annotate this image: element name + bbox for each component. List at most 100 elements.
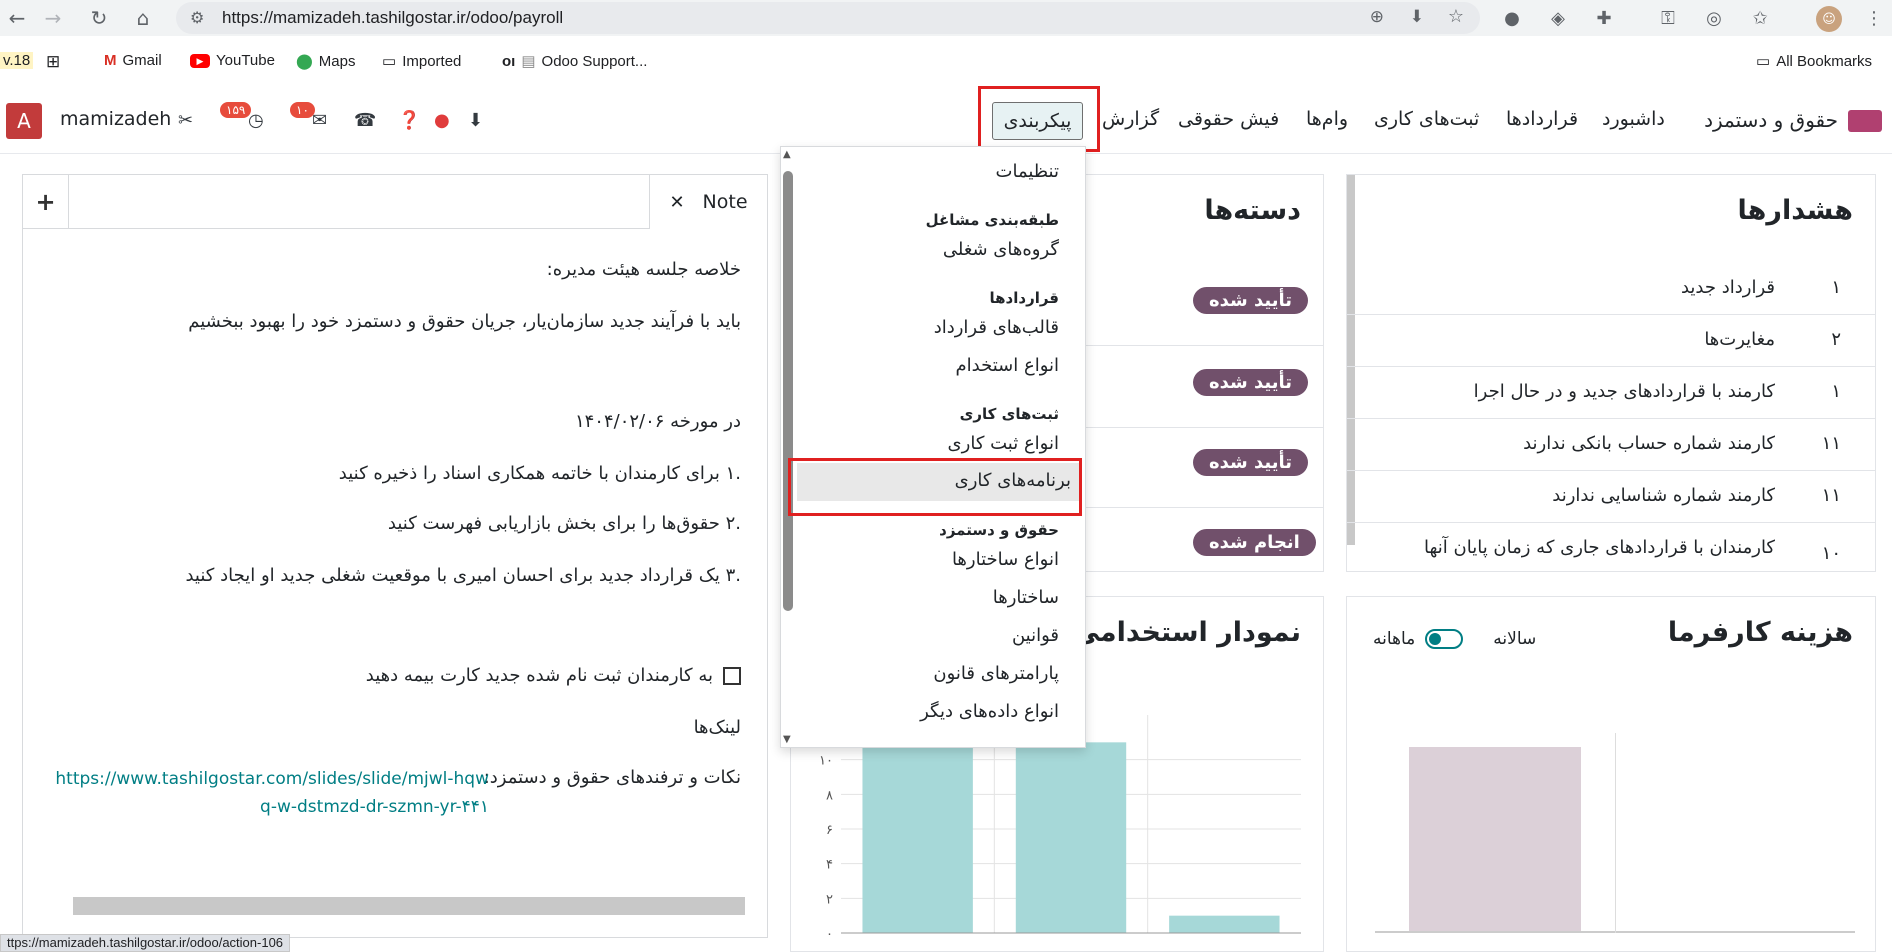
bookmark-v18[interactable]: v.18 [0,52,34,69]
note-horizontal-scrollbar[interactable] [73,897,745,915]
status-badge[interactable]: تأیید شده [1193,369,1309,396]
status-badge[interactable]: تأیید شده [1193,287,1309,314]
toggle-switch[interactable] [1425,629,1464,649]
debug-tools-icon[interactable]: ✂ [178,110,193,131]
home-icon[interactable]: ⌂ [126,1,160,35]
menu-item-work-entry-types[interactable]: انواع ثبت کاری [948,433,1059,454]
back-icon[interactable]: ← [0,1,34,35]
bookmark-gmail-label: Gmail [122,52,162,69]
record-icon[interactable]: ● [434,110,450,131]
zoom-icon[interactable]: ⊕ [1370,7,1384,27]
headcount-bar[interactable] [1169,915,1280,933]
apps-grid-icon[interactable]: ⊞ [46,52,60,72]
note-tips-link-text[interactable]: https://www.tashilgostar.com/slides/slid… [55,769,489,817]
phone-icon[interactable]: ☎ [354,110,376,131]
bookmark-star-icon[interactable]: ☆ [1448,6,1464,27]
note-line-1[interactable]: خلاصه جلسه هیئت مدیره: [547,259,741,280]
menu-item-contract-templates[interactable]: قالب‌های قرارداد [934,317,1059,338]
forward-icon[interactable]: → [36,1,70,35]
extensions-puzzle-icon[interactable]: ✚ [1592,6,1616,30]
period-toggle[interactable]: ماهانه سالانه [1373,629,1536,649]
password-key-icon[interactable]: ⚿ [1656,6,1680,30]
site-info-icon[interactable]: ⚙ [190,8,204,27]
app-icon[interactable] [1848,110,1882,132]
download-icon[interactable]: ⬇ [468,110,483,131]
menu-item-other-input-types[interactable]: انواع داده‌های دیگر [920,701,1059,722]
bookmark-gmail[interactable]: M Gmail [104,52,162,69]
bookmark-imported[interactable]: ▭ Imported [382,52,461,71]
warning-label: مغایرت‌ها [1704,329,1775,350]
menu-contracts[interactable]: قراردادها [1506,108,1578,130]
user-avatar[interactable]: A [6,103,42,139]
menu-item-rules[interactable]: قوانین [1012,625,1059,646]
warning-row[interactable]: ۱۱ کارمند شماره حساب بانکی ندارند [1347,419,1875,471]
menu-item-rule-parameters[interactable]: پارامترهای قانون [933,663,1059,684]
bookmark-youtube[interactable]: ▶ YouTube [190,52,275,69]
browser-menu-icon[interactable]: ⋮ [1862,6,1886,30]
warning-row[interactable]: ۱۱ کارمند شماره شناسایی ندارند [1347,471,1875,523]
checkbox[interactable] [723,666,741,685]
add-note-button[interactable]: + [23,175,69,229]
install-icon[interactable]: ⬇ [1410,7,1424,27]
address-text[interactable]: https://mamizadeh.tashilgostar.ir/odoo/p… [222,8,563,28]
scroll-up-icon[interactable]: ▲ [783,149,791,160]
bookmark-maps[interactable]: ⬤ Maps [296,52,355,71]
menu-payslips[interactable]: فیش حقوقی [1178,108,1279,130]
note-tips-link[interactable]: https://www.tashilgostar.com/slides/slid… [49,765,489,821]
close-icon[interactable]: ✕ [669,192,684,213]
note-line-3[interactable]: در مورخه ۱۴۰۴/۰۲/۰۶ [575,411,741,432]
warning-row[interactable]: ۱ قرارداد جدید [1347,263,1875,315]
folder-icon: ▭ [1756,53,1771,70]
warning-row[interactable]: ۲ مغایرت‌ها [1347,315,1875,367]
warning-row[interactable]: ۱۰ کارمندان با قراردادهای جاری که زمان پا… [1347,523,1875,571]
note-checklist-item[interactable]: به کارمندان ثبت نام شده جدید کارت بیمه د… [366,665,741,686]
address-bar[interactable]: ⚙ https://mamizadeh.tashilgostar.ir/odoo… [176,2,1480,34]
user-name[interactable]: mamizadeh [60,108,171,130]
note-line-tips-label[interactable]: نکات و ترفندهای حقوق و دستمزد: [484,767,741,788]
bookmark-odoo-support[interactable]: oı ▤ Odoo Support... [502,52,647,71]
favorites-star-icon[interactable]: ✩ [1748,6,1772,30]
menu-item-working-schedules[interactable]: برنامه‌های کاری [797,463,1081,501]
scroll-down-icon[interactable]: ▼ [783,734,791,745]
menu-dashboard[interactable]: داشبورد [1602,108,1665,130]
reload-icon[interactable]: ↻ [82,1,116,35]
note-line-5[interactable]: .۲ حقوق‌ها را برای بخش بازاریابی فهرست ک… [388,513,741,534]
note-line-2[interactable]: باید با فرآیند جدید سازمان‌یار، جریان حق… [188,311,741,332]
app-name[interactable]: حقوق و دستمزد [1704,108,1838,132]
section-header-payroll: حقوق و دستمزد [939,521,1059,539]
warning-count: ۲ [1831,329,1841,350]
warning-row[interactable]: ۱ کارمند با قراردادهای جدید و در حال اجرا [1347,367,1875,419]
incognito-icon[interactable]: ◎ [1702,6,1726,30]
menu-item-settings[interactable]: تنظیمات [996,161,1059,182]
extension-spy-icon[interactable]: ● [1500,6,1524,30]
menu-item-job-groups[interactable]: گروه‌های شغلی [943,239,1059,260]
all-bookmarks-label: All Bookmarks [1776,52,1873,70]
menu-configuration[interactable]: پیکربندی [992,102,1083,140]
profile-avatar-icon[interactable]: ☺ [1816,6,1842,32]
menu-reporting[interactable]: گزارش [1102,108,1159,130]
status-badge[interactable]: تأیید شده [1193,449,1309,476]
divider [1081,507,1323,508]
dropdown-scrollbar[interactable] [783,171,793,611]
shield-icon[interactable]: ◈ [1546,6,1570,30]
note-tabbar: + ✕ Note [23,175,767,229]
headcount-bar[interactable] [1015,742,1127,933]
menu-item-employment-types[interactable]: انواع استخدام [956,355,1060,376]
note-line-4[interactable]: .۱ برای کارمندان با خاتمه همکاری اسناد ر… [339,463,741,484]
bookmark-all-bookmarks[interactable]: ▭ All Bookmarks [1756,52,1873,71]
youtube-icon: ▶ [190,53,210,68]
headcount-bar[interactable] [862,742,973,933]
note-tab[interactable]: ✕ Note [649,175,767,229]
status-badge[interactable]: انجام شده [1193,529,1316,556]
help-icon[interactable]: ❓ [398,110,420,131]
note-line-links[interactable]: لینک‌ها [694,717,741,738]
menu-item-structure-types[interactable]: انواع ساختارها [952,549,1059,570]
note-line-6[interactable]: .۳ یک قرارداد جدید برای احسان امیری با م… [185,565,741,586]
y-tick-label: ۴ [826,858,833,873]
menu-loans[interactable]: وام‌ها [1306,108,1348,130]
y-tick-label: ۸ [826,788,833,803]
cost-chart-bar[interactable] [1409,747,1581,931]
menu-item-structures[interactable]: ساختارها [993,587,1059,608]
warning-label: کارمند شماره حساب بانکی ندارند [1523,433,1775,454]
menu-work-entries[interactable]: ثبت‌های کاری [1374,108,1479,130]
